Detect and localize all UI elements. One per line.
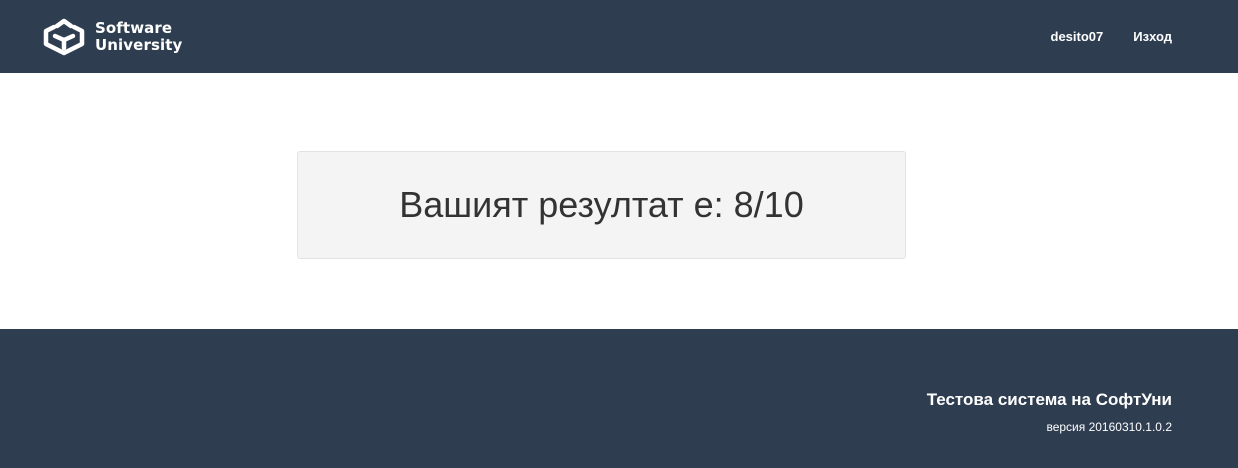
top-navbar: Software University desito07 Изход (0, 0, 1238, 73)
brand-link[interactable]: Software University (43, 17, 182, 57)
brand-line-2: University (95, 36, 183, 54)
result-panel: Вашият резултат е: 8/10 (297, 151, 906, 259)
main-content: Вашият резултат е: 8/10 (0, 73, 1238, 329)
result-text: Вашият резултат е: 8/10 (399, 184, 804, 225)
nav-links: desito07 Изход (1021, 0, 1172, 73)
footer: Тестова система на СофтУни версия 201603… (0, 329, 1238, 468)
softuni-logo-icon (43, 18, 85, 56)
user-profile-link[interactable]: desito07 (1051, 29, 1104, 44)
footer-title: Тестова система на СофтУни (926, 390, 1172, 409)
logout-link[interactable]: Изход (1133, 29, 1172, 44)
brand-name: Software University (95, 20, 182, 54)
brand-line-1: Software (95, 19, 173, 37)
footer-version: версия 20160310.1.0.2 (1046, 420, 1172, 434)
